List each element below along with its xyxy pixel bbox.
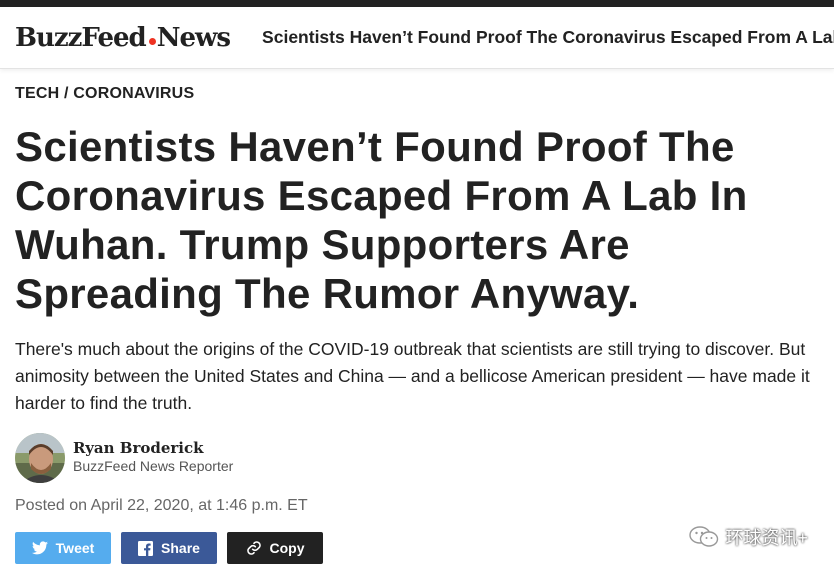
copy-link-button[interactable]: Copy bbox=[227, 532, 323, 564]
author-avatar[interactable] bbox=[15, 433, 65, 483]
tweet-label: Tweet bbox=[55, 540, 95, 556]
share-label: Share bbox=[161, 540, 200, 556]
site-header: BuzzFeed News Scientists Haven’t Found P… bbox=[0, 7, 834, 69]
copy-label: Copy bbox=[269, 540, 305, 556]
article-dek: There's much about the origins of the CO… bbox=[15, 339, 810, 413]
watermark-text: 环球资讯+ bbox=[725, 528, 808, 548]
facebook-f-icon bbox=[138, 540, 154, 556]
article: TECH / CORONAVIRUS Scientists Haven’t Fo… bbox=[0, 69, 834, 564]
logo-news-text: News bbox=[156, 22, 231, 53]
twitter-bird-icon bbox=[31, 541, 48, 555]
header-article-title: Scientists Haven’t Found Proof The Coron… bbox=[262, 27, 834, 47]
page-title: Scientists Haven’t Found Proof The Coron… bbox=[15, 123, 748, 317]
author-name[interactable]: Ryan Broderick bbox=[73, 439, 233, 457]
facebook-share-button[interactable]: Share bbox=[121, 532, 217, 564]
tweet-button[interactable]: Tweet bbox=[15, 532, 111, 564]
watermark: 环球资讯+ bbox=[689, 524, 808, 550]
top-bar bbox=[0, 0, 834, 7]
logo-main-text: BuzzFeed bbox=[15, 22, 147, 53]
author-role: BuzzFeed News Reporter bbox=[73, 457, 234, 474]
buzzfeed-news-logo[interactable]: BuzzFeed News bbox=[15, 22, 231, 53]
logo-dot bbox=[148, 37, 156, 45]
wechat-icon bbox=[689, 526, 719, 547]
link-icon bbox=[246, 541, 261, 555]
byline: Ryan Broderick BuzzFeed News Reporter bbox=[15, 433, 819, 483]
posted-timestamp: Posted on April 22, 2020, at 1:46 p.m. E… bbox=[15, 497, 308, 514]
breadcrumb[interactable]: TECH / CORONAVIRUS bbox=[15, 85, 194, 102]
